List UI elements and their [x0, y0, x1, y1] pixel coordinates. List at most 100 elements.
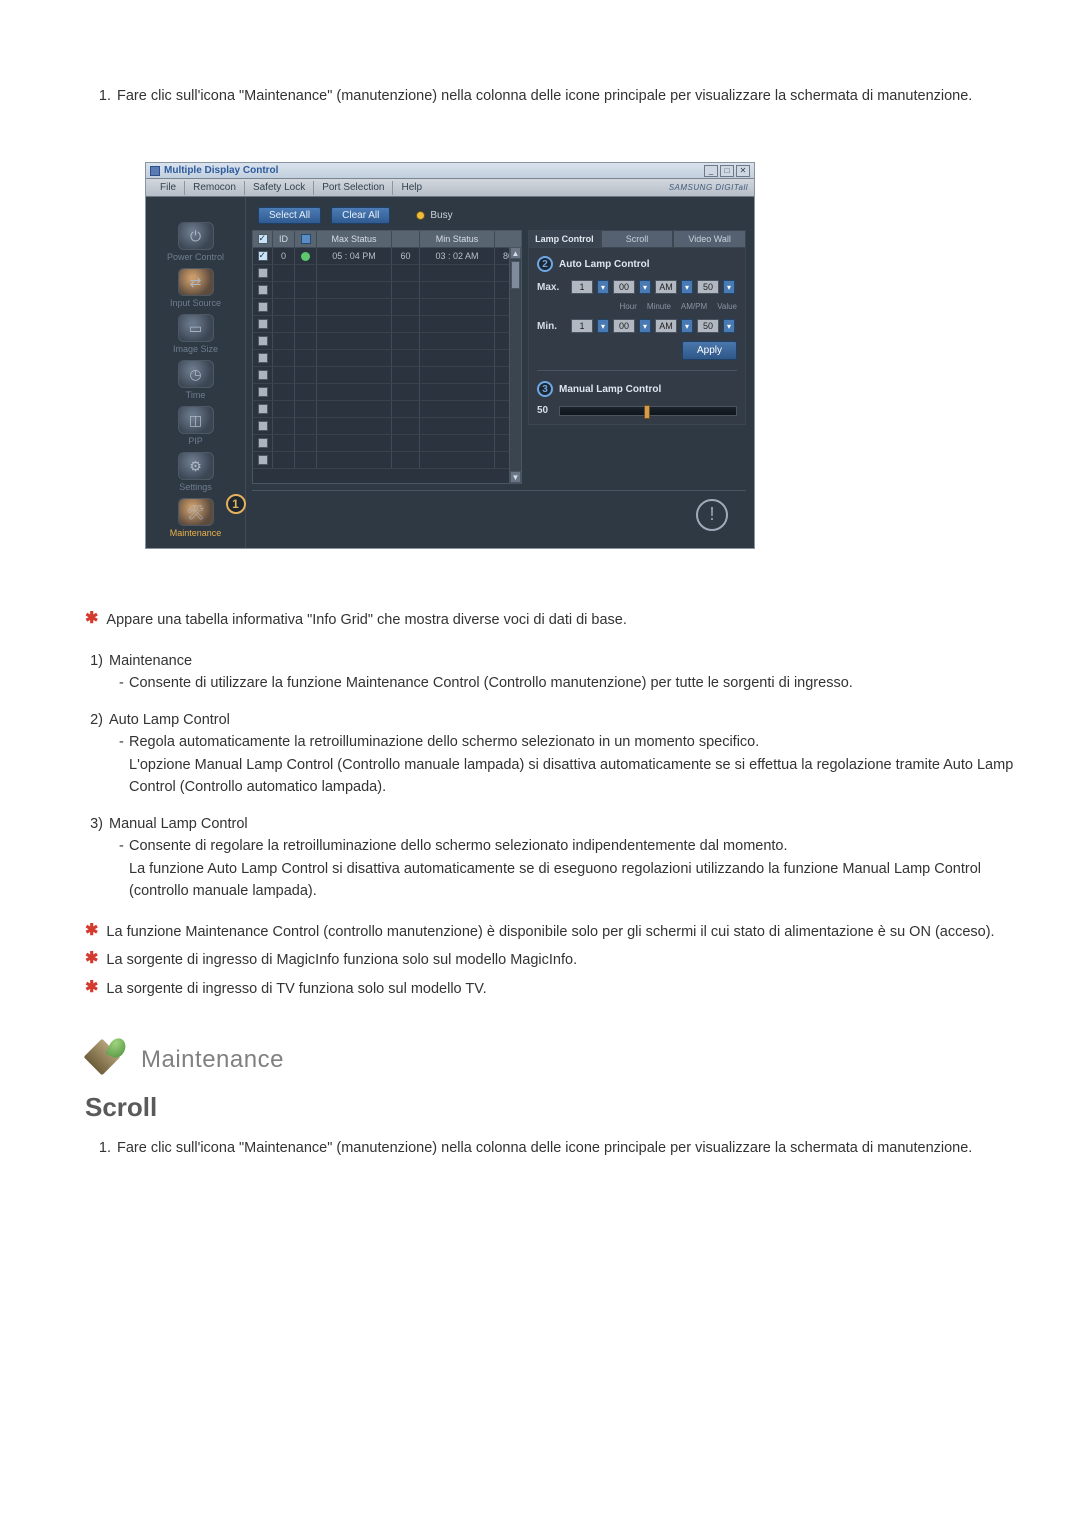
- row-checkbox[interactable]: [258, 455, 268, 465]
- menu-file[interactable]: File: [152, 179, 184, 197]
- apply-button[interactable]: Apply: [682, 341, 737, 360]
- grid-row[interactable]: [253, 282, 521, 299]
- star-bullet-icon: ✱: [85, 949, 98, 971]
- row-checkbox[interactable]: [258, 421, 268, 431]
- row-checkbox[interactable]: [258, 302, 268, 312]
- row-id: 0: [273, 248, 295, 264]
- manual-slider-row: 50: [537, 405, 737, 416]
- auto-lamp-header: 2 Auto Lamp Control: [537, 256, 737, 272]
- minimize-button[interactable]: _: [704, 165, 718, 177]
- grid-row[interactable]: [253, 333, 521, 350]
- grid-row[interactable]: [253, 299, 521, 316]
- grid-row[interactable]: [253, 265, 521, 282]
- maximize-button[interactable]: □: [720, 165, 734, 177]
- menu-safety-lock[interactable]: Safety Lock: [245, 179, 313, 197]
- app-icon: [150, 166, 160, 176]
- mdc-window: Multiple Display Control _ □ ✕ File Remo…: [145, 162, 755, 549]
- grid-row[interactable]: [253, 367, 521, 384]
- tab-video-wall[interactable]: Video Wall: [673, 230, 746, 247]
- row-max-val: 60: [392, 248, 420, 264]
- scroll-down-button[interactable]: ▼: [510, 471, 521, 483]
- info-icon: !: [696, 499, 728, 531]
- busy-dot-icon: [416, 211, 425, 220]
- sidebar-item-image-size[interactable]: ▭ Image Size: [156, 314, 236, 354]
- manual-lamp-slider[interactable]: [559, 406, 737, 416]
- status-bar: !: [252, 490, 746, 538]
- star-bullet-icon: ✱: [85, 978, 98, 1000]
- min-ampm-field[interactable]: AM: [655, 319, 677, 333]
- window-title: Multiple Display Control: [164, 165, 278, 176]
- row-checkbox[interactable]: [258, 438, 268, 448]
- desc-3-text-a: Consente di regolare la retroilluminazio…: [129, 838, 788, 854]
- sidebar-item-power-control[interactable]: ⏻ Power Control: [156, 222, 236, 262]
- menu-bar: File Remocon Safety Lock Port Selection …: [146, 179, 754, 197]
- tab-lamp-control[interactable]: Lamp Control: [528, 230, 601, 247]
- max-ampm-field[interactable]: AM: [655, 280, 677, 294]
- sidebar-item-input-source[interactable]: ⇄ Input Source: [156, 268, 236, 308]
- star-bullet-icon: ✱: [85, 921, 98, 943]
- menu-help[interactable]: Help: [393, 179, 430, 197]
- row-checkbox[interactable]: [258, 319, 268, 329]
- max-minute-field[interactable]: 00: [613, 280, 635, 294]
- grid-select-all-checkbox[interactable]: [258, 234, 268, 244]
- grid-row[interactable]: [253, 384, 521, 401]
- desc-1-text: Consente di utilizzare la funzione Maint…: [129, 675, 853, 691]
- sidebar-item-pip[interactable]: ◫ PIP: [156, 406, 236, 446]
- dropdown-icon[interactable]: ▾: [723, 319, 735, 333]
- row-checkbox[interactable]: [258, 387, 268, 397]
- select-all-button[interactable]: Select All: [258, 207, 321, 224]
- grid-scrollbar[interactable]: ▲ ▼: [509, 247, 521, 483]
- sidebar-item-time[interactable]: ◷ Time: [156, 360, 236, 400]
- dropdown-icon[interactable]: ▾: [639, 280, 651, 294]
- sidebar-item-settings[interactable]: ⚙ Settings: [156, 452, 236, 492]
- power-icon: ⏻: [178, 222, 214, 250]
- row-checkbox[interactable]: [258, 268, 268, 278]
- tab-scroll[interactable]: Scroll: [601, 230, 674, 247]
- menu-remocon[interactable]: Remocon: [185, 179, 244, 197]
- callout-1-icon: 1: [226, 494, 246, 514]
- brand-text: SAMSUNG DIGITall: [669, 183, 748, 192]
- close-button[interactable]: ✕: [736, 165, 750, 177]
- row-checkbox[interactable]: [258, 336, 268, 346]
- min-row: Min. 1▾ 00▾ AM▾ 50▾: [537, 319, 737, 333]
- dropdown-icon[interactable]: ▾: [597, 319, 609, 333]
- settings-icon: ⚙: [178, 452, 214, 480]
- dropdown-icon[interactable]: ▾: [681, 319, 693, 333]
- row-checkbox[interactable]: [258, 251, 268, 261]
- clear-all-button[interactable]: Clear All: [331, 207, 390, 224]
- image-size-icon: ▭: [178, 314, 214, 342]
- dropdown-icon[interactable]: ▾: [723, 280, 735, 294]
- sidebar-label: Input Source: [170, 298, 221, 308]
- sidebar-label: Settings: [179, 482, 212, 492]
- grid-row[interactable]: [253, 316, 521, 333]
- grid-row[interactable]: 0 05 : 04 PM 60 03 : 02 AM 80: [253, 248, 521, 265]
- grid-row[interactable]: [253, 350, 521, 367]
- row-checkbox[interactable]: [258, 285, 268, 295]
- time-icon: ◷: [178, 360, 214, 388]
- dropdown-icon[interactable]: ▾: [681, 280, 693, 294]
- scroll-thumb[interactable]: [511, 261, 520, 289]
- grid-row[interactable]: [253, 452, 521, 469]
- scroll-up-button[interactable]: ▲: [510, 247, 521, 259]
- min-hour-field[interactable]: 1: [571, 319, 593, 333]
- grid-row[interactable]: [253, 401, 521, 418]
- row-checkbox[interactable]: [258, 353, 268, 363]
- dropdown-icon[interactable]: ▾: [639, 319, 651, 333]
- sidebar: ⏻ Power Control ⇄ Input Source ▭ Image S…: [146, 197, 246, 548]
- callout-3-icon: 3: [537, 381, 553, 397]
- max-value-field[interactable]: 50: [697, 280, 719, 294]
- max-hour-field[interactable]: 1: [571, 280, 593, 294]
- grid-row[interactable]: [253, 418, 521, 435]
- min-value-field[interactable]: 50: [697, 319, 719, 333]
- sub-title: Scroll: [85, 1092, 1035, 1123]
- dropdown-icon[interactable]: ▾: [597, 280, 609, 294]
- row-checkbox[interactable]: [258, 370, 268, 380]
- desc-1-title: Maintenance: [109, 650, 192, 672]
- menu-port-selection[interactable]: Port Selection: [314, 179, 392, 197]
- sidebar-item-maintenance[interactable]: 🛠 Maintenance 1: [156, 498, 236, 538]
- intro-step-1: Fare clic sull'icona "Maintenance" (manu…: [115, 85, 1035, 107]
- grid-row[interactable]: [253, 435, 521, 452]
- slider-thumb[interactable]: [644, 405, 650, 419]
- min-minute-field[interactable]: 00: [613, 319, 635, 333]
- row-checkbox[interactable]: [258, 404, 268, 414]
